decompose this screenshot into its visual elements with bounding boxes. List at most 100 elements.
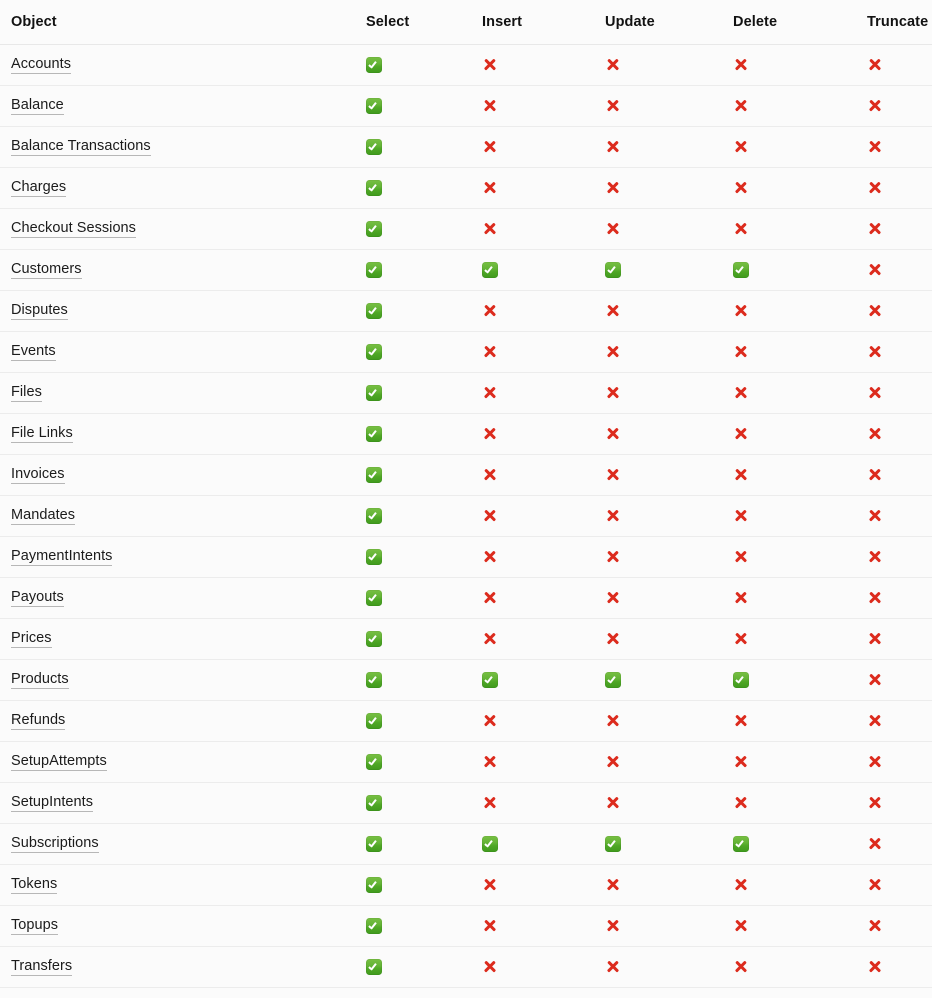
- cell-delete: [715, 372, 849, 414]
- column-header-delete: Delete: [715, 0, 849, 45]
- cell-delete: [715, 85, 849, 127]
- table-row: Prices: [0, 618, 932, 660]
- cross-mark-red-icon: [733, 344, 749, 360]
- cross-mark-red-icon: [733, 508, 749, 524]
- cell-delete: [715, 905, 849, 947]
- cell-truncate: [849, 85, 932, 127]
- object-link[interactable]: Charges: [11, 179, 67, 198]
- column-header-select: Select: [348, 0, 464, 45]
- cell-select: [348, 864, 464, 906]
- check-mark-green-icon: [366, 179, 382, 196]
- cell-update: [587, 126, 715, 168]
- cross-mark-red-icon: [605, 57, 621, 73]
- table-row: Mandates: [0, 495, 932, 537]
- cell-truncate: [849, 44, 932, 86]
- table-row: Files: [0, 372, 932, 414]
- cell-truncate: [849, 290, 932, 332]
- cell-object: Disputes: [0, 290, 348, 332]
- cross-mark-red-icon: [733, 57, 749, 73]
- object-link[interactable]: Prices: [11, 630, 52, 649]
- cell-update: [587, 454, 715, 496]
- object-link[interactable]: Payouts: [11, 589, 64, 608]
- object-link[interactable]: Files: [11, 384, 42, 403]
- cell-delete: [715, 659, 849, 701]
- cell-object: Mandates: [0, 495, 348, 537]
- table-row: Products: [0, 659, 932, 701]
- cross-mark-red-icon: [482, 303, 498, 319]
- cell-update: [587, 905, 715, 947]
- cross-mark-red-icon: [482, 754, 498, 770]
- object-link[interactable]: Balance: [11, 97, 64, 116]
- cell-select: [348, 823, 464, 865]
- table-row: Refunds: [0, 700, 932, 742]
- cell-object: SetupAttempts: [0, 741, 348, 783]
- cross-mark-red-icon: [733, 877, 749, 893]
- cross-mark-red-icon: [733, 631, 749, 647]
- cell-select: [348, 700, 464, 742]
- object-link[interactable]: Events: [11, 343, 56, 362]
- object-link[interactable]: Transfers: [11, 958, 73, 977]
- cell-select: [348, 167, 464, 209]
- object-link[interactable]: SetupAttempts: [11, 753, 107, 772]
- cross-mark-red-icon: [867, 467, 883, 483]
- object-link[interactable]: File Links: [11, 425, 73, 444]
- cell-select: [348, 85, 464, 127]
- cell-delete: [715, 413, 849, 455]
- cell-update: [587, 331, 715, 373]
- cell-object: Events: [0, 331, 348, 373]
- cell-update: [587, 946, 715, 988]
- cross-mark-red-icon: [867, 221, 883, 237]
- object-link[interactable]: Balance Transactions: [11, 138, 151, 157]
- object-link[interactable]: Checkout Sessions: [11, 220, 136, 239]
- cross-mark-red-icon: [482, 344, 498, 360]
- cell-insert: [464, 700, 587, 742]
- object-link[interactable]: Invoices: [11, 466, 65, 485]
- cell-update: [587, 618, 715, 660]
- object-link[interactable]: Tokens: [11, 876, 58, 895]
- cross-mark-red-icon: [733, 590, 749, 606]
- cross-mark-red-icon: [605, 426, 621, 442]
- cell-select: [348, 741, 464, 783]
- cell-delete: [715, 208, 849, 250]
- cross-mark-red-icon: [605, 303, 621, 319]
- cell-insert: [464, 577, 587, 619]
- column-header-insert: Insert: [464, 0, 587, 45]
- table-row: Transfers: [0, 946, 932, 988]
- table-row: Disputes: [0, 290, 932, 332]
- object-link[interactable]: Accounts: [11, 56, 72, 75]
- table-row: Checkout Sessions: [0, 208, 932, 250]
- check-mark-green-icon: [366, 548, 382, 565]
- check-mark-green-icon: [366, 507, 382, 524]
- cross-mark-red-icon: [733, 98, 749, 114]
- cell-select: [348, 44, 464, 86]
- object-link[interactable]: Mandates: [11, 507, 76, 526]
- table-row: Customers: [0, 249, 932, 291]
- object-link[interactable]: PaymentIntents: [11, 548, 113, 567]
- cell-insert: [464, 249, 587, 291]
- cell-insert: [464, 85, 587, 127]
- cell-truncate: [849, 618, 932, 660]
- object-link[interactable]: Customers: [11, 261, 82, 280]
- cross-mark-red-icon: [482, 180, 498, 196]
- object-link[interactable]: Topups: [11, 917, 59, 936]
- cell-update: [587, 577, 715, 619]
- check-mark-green-icon: [482, 835, 498, 852]
- object-link[interactable]: Subscriptions: [11, 835, 99, 854]
- check-mark-green-icon: [366, 671, 382, 688]
- cell-update: [587, 413, 715, 455]
- object-link[interactable]: Products: [11, 671, 69, 690]
- cell-delete: [715, 741, 849, 783]
- cross-mark-red-icon: [482, 426, 498, 442]
- cross-mark-red-icon: [482, 713, 498, 729]
- cross-mark-red-icon: [867, 508, 883, 524]
- cell-delete: [715, 823, 849, 865]
- cell-insert: [464, 864, 587, 906]
- object-link[interactable]: SetupIntents: [11, 794, 94, 813]
- table-row: Payouts: [0, 577, 932, 619]
- cell-object: Balance: [0, 85, 348, 127]
- cross-mark-red-icon: [867, 918, 883, 934]
- object-link[interactable]: Refunds: [11, 712, 66, 731]
- object-link[interactable]: Disputes: [11, 302, 68, 321]
- cross-mark-red-icon: [605, 959, 621, 975]
- cell-delete: [715, 126, 849, 168]
